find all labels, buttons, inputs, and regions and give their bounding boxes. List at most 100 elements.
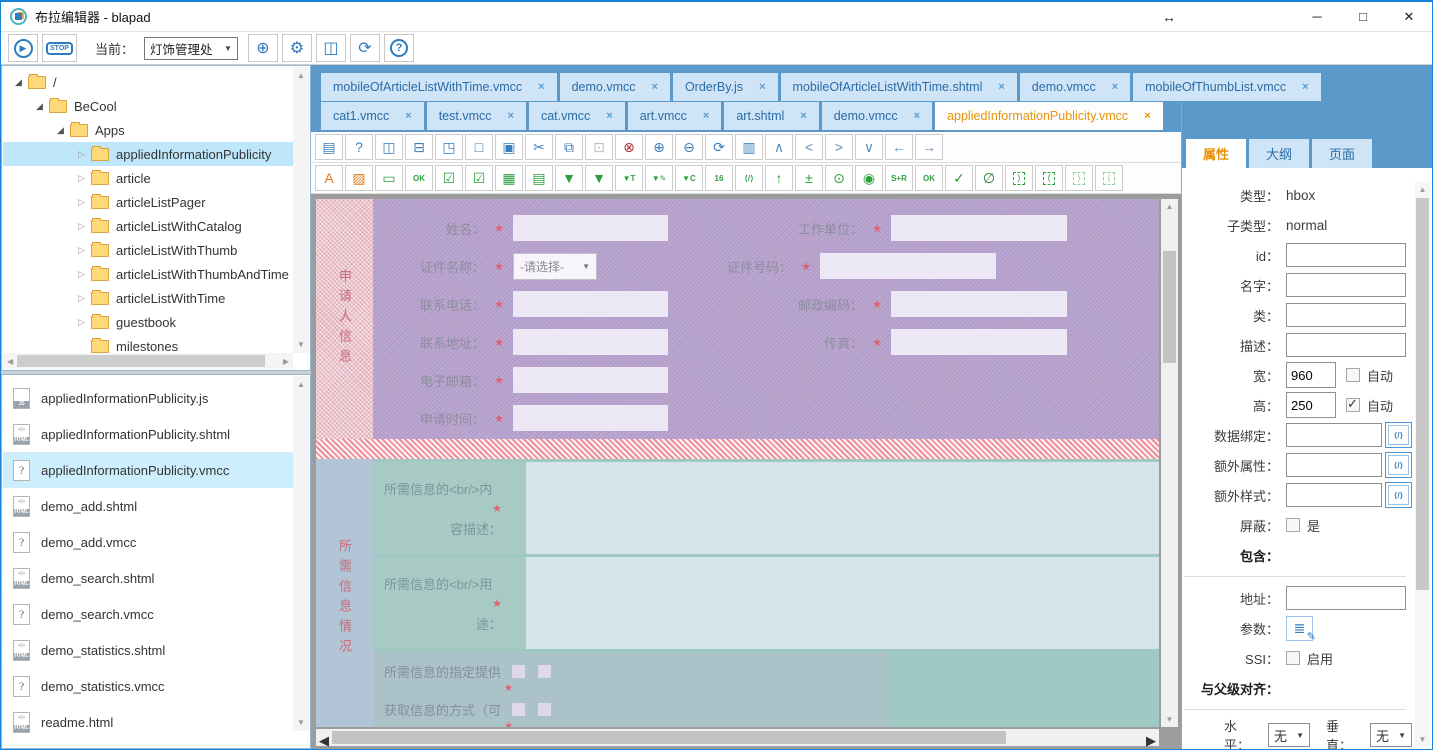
close-icon[interactable]: × — [1302, 81, 1308, 93]
field-input[interactable] — [891, 291, 1067, 317]
tree-expand-icon[interactable]: ▷ — [74, 293, 89, 304]
zoom-out-button[interactable]: ⊖ — [675, 134, 703, 160]
run-button[interactable]: ▶ — [8, 34, 38, 62]
arrow-right-button[interactable]: → — [915, 134, 943, 160]
close-icon[interactable]: × — [998, 81, 1004, 93]
field-select[interactable]: -请选择-▼ — [513, 253, 597, 280]
scrollbar-thumb[interactable] — [1163, 251, 1176, 363]
swap-panel-button[interactable]: ▥ — [735, 134, 763, 160]
checkbox[interactable] — [538, 703, 551, 716]
editor-tab[interactable]: demo.vmcc× — [560, 73, 670, 101]
close-icon[interactable]: × — [914, 110, 920, 122]
scroll-up-icon[interactable]: ▲ — [297, 376, 305, 393]
rect-button[interactable]: ▭ — [375, 165, 403, 191]
globe-button[interactable]: ⊕ — [248, 34, 278, 62]
dropdown-copy-button[interactable]: ▼C — [675, 165, 703, 191]
code-button[interactable]: ⟨/⟩ — [735, 165, 763, 191]
editor-tab[interactable]: art.shtml× — [724, 102, 818, 130]
canvas-vertical-scrollbar[interactable]: ▲ ▼ — [1161, 199, 1178, 727]
scrollbar-thumb[interactable] — [1416, 198, 1429, 590]
field-textarea[interactable] — [526, 462, 1159, 554]
editor-tab[interactable]: mobileOfThumbList.vmcc× — [1133, 73, 1320, 101]
editor-tab[interactable]: mobileOfArticleListWithTime.vmcc× — [321, 73, 557, 101]
close-icon[interactable]: × — [652, 81, 658, 93]
checkbox[interactable] — [1346, 398, 1360, 412]
tree-collapse-icon[interactable]: ◢ — [53, 125, 68, 136]
editor-tab[interactable]: OrderBy.js× — [673, 73, 778, 101]
checkbox[interactable] — [538, 665, 551, 678]
resize-icon[interactable]: ↔ — [1162, 9, 1176, 25]
split-vertical-button[interactable]: ◫ — [375, 134, 403, 160]
file-item[interactable]: ?demo_statistics.vmcc — [3, 668, 293, 704]
site-select[interactable]: 灯饰管理处 ▼ — [144, 37, 238, 60]
scroll-left-icon[interactable]: ◀ — [319, 733, 329, 749]
scroll-up-icon[interactable]: ▲ — [1161, 202, 1178, 211]
panel-tab-属性[interactable]: 属性 — [1186, 139, 1246, 168]
align-select[interactable]: 无▼ — [1268, 723, 1310, 747]
field-input[interactable] — [891, 215, 1067, 241]
box-button[interactable]: □ — [465, 134, 493, 160]
close-icon[interactable]: × — [759, 81, 765, 93]
property-input[interactable] — [1286, 453, 1382, 477]
help-button[interactable]: ? — [384, 34, 414, 62]
copy-button[interactable]: ⧉ — [555, 134, 583, 160]
field-textarea[interactable] — [526, 557, 1159, 649]
file-item[interactable]: </>HTMLreadme.html — [3, 704, 293, 740]
dropdown-text-button[interactable]: ▼T — [615, 165, 643, 191]
editor-tab[interactable]: test.vmcc× — [427, 102, 526, 130]
close-icon[interactable]: × — [538, 81, 544, 93]
tree-expand-icon[interactable]: ▷ — [74, 149, 89, 160]
code-icon[interactable]: ⟨/⟩ — [1385, 452, 1412, 478]
scroll-up-icon[interactable]: ▲ — [1415, 185, 1430, 194]
paste-button[interactable]: ⊡ — [585, 134, 613, 160]
canvas-horizontal-scrollbar[interactable]: ◀ ▶ — [316, 729, 1159, 746]
tree-expand-icon[interactable]: ▷ — [74, 221, 89, 232]
field-input[interactable] — [891, 329, 1067, 355]
field-input[interactable] — [513, 405, 668, 431]
editor-tab[interactable]: cat1.vmcc× — [321, 102, 424, 130]
tree-expand-icon[interactable]: ▷ — [74, 245, 89, 256]
file-item[interactable]: </>HTMLdemo_search.shtml — [3, 560, 293, 596]
tree-item[interactable]: ▷appliedInformationPublicity — [3, 142, 293, 166]
tree-item[interactable]: milestones — [3, 334, 293, 353]
file-item[interactable]: </>HTMLdemo_add.shtml — [3, 488, 293, 524]
property-input[interactable] — [1286, 303, 1406, 327]
dropdown-group-button[interactable]: ▼ — [585, 165, 613, 191]
tree-item[interactable]: ▷articleListPager — [3, 190, 293, 214]
file-item[interactable]: </>HTMLdemo_statistics.shtml — [3, 632, 293, 668]
checkbox[interactable] — [1286, 651, 1300, 665]
tree-item[interactable]: ◢Apps — [3, 118, 293, 142]
dashed-left2-button[interactable]: ⟨ — [1095, 165, 1123, 191]
delete-button[interactable]: ⊗ — [615, 134, 643, 160]
file-item[interactable] — [3, 740, 293, 747]
file-item[interactable]: ?demo_add.vmcc — [3, 524, 293, 560]
close-icon[interactable]: × — [703, 110, 709, 122]
editor-tab[interactable]: demo.vmcc× — [822, 102, 932, 130]
scroll-right-icon[interactable]: ▶ — [279, 357, 293, 366]
dashed-right2-button[interactable]: ⟩ — [1065, 165, 1093, 191]
design-canvas[interactable]: 申请人信息 姓名：★工作单位：★证件名称：★-请选择-▼证件号码：★联系电话：★… — [316, 199, 1159, 727]
tree-item[interactable]: ▷article — [3, 166, 293, 190]
radio-button[interactable]: ⊙ — [825, 165, 853, 191]
panel-tab-页面[interactable]: 页面 — [1312, 139, 1372, 168]
tree-item[interactable]: ▷articleListWithTime — [3, 286, 293, 310]
editor-tab[interactable]: mobileOfArticleListWithTime.shtml× — [781, 73, 1017, 101]
date16-button[interactable]: 16 — [705, 165, 733, 191]
close-icon[interactable]: × — [405, 110, 411, 122]
align-select[interactable]: 无▼ — [1370, 723, 1412, 747]
scroll-up-icon[interactable]: ▲ — [297, 67, 305, 84]
split-view-button[interactable]: ◫ — [316, 34, 346, 62]
editor-tab[interactable]: appliedInformationPublicity.vmcc× — [935, 102, 1163, 130]
maximize-button[interactable]: □ — [1340, 2, 1386, 31]
inner-box-button[interactable]: ▣ — [495, 134, 523, 160]
hide-button[interactable]: ∅ — [975, 165, 1003, 191]
property-input[interactable] — [1286, 586, 1406, 610]
tree-horizontal-scrollbar[interactable]: ◀ ▶ — [3, 353, 293, 369]
property-input[interactable] — [1286, 273, 1406, 297]
dropdown-button[interactable]: ▼ — [555, 165, 583, 191]
tree-expand-icon[interactable]: ▷ — [74, 173, 89, 184]
editor-tab[interactable]: cat.vmcc× — [529, 102, 625, 130]
tree-expand-icon[interactable]: ▷ — [74, 197, 89, 208]
tree-collapse-icon[interactable]: ◢ — [32, 101, 47, 112]
scroll-down-icon[interactable]: ▼ — [297, 714, 305, 731]
